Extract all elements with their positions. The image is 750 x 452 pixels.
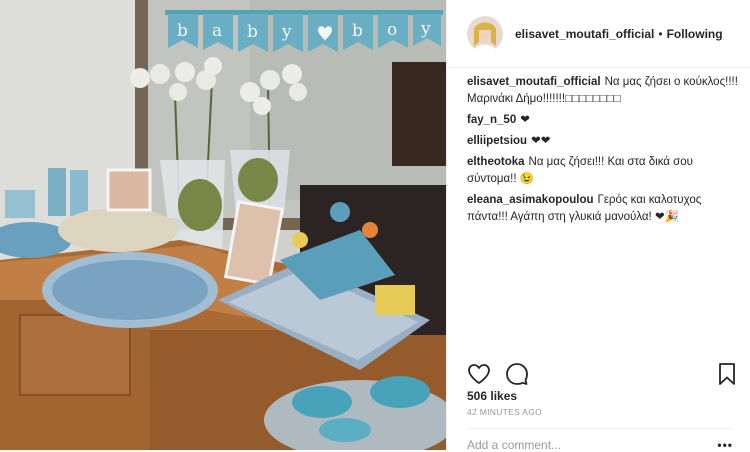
comment-item: eltheotoka Να μας ζήσει!!! Και στα δικά σ… [467,154,738,188]
comment-username[interactable]: elliipetsiou [467,135,527,147]
following-button[interactable]: Following [667,27,723,41]
post-username[interactable]: elisavet_moutafi_official [515,27,654,41]
post-timestamp: 42 MINUTES AGO [467,407,543,417]
post-header: elisavet_moutafi_official • Following [447,0,750,68]
comment-text: ❤ [520,114,530,126]
post-side-panel: elisavet_moutafi_official • Following elis… [446,0,750,452]
comment-item: elisavet_moutafi_official Να μας ζήσει ο … [467,74,738,108]
bookmark-icon[interactable] [715,362,739,386]
comments-list: elisavet_moutafi_official Να μας ζήσει ο … [447,68,750,342]
comment-text: ❤❤ [531,135,551,147]
comment-item: elliipetsiou ❤❤ [467,133,738,150]
likes-count[interactable]: 506 likes [467,389,517,403]
comment-username[interactable]: elisavet_moutafi_official [467,76,601,88]
avatar[interactable] [467,15,503,52]
header-separator: • [658,26,663,41]
comment-username[interactable]: fay_n_50 [467,114,516,126]
comment-username[interactable]: eleana_asimakopoulou [467,194,594,206]
comment-item: fay_n_50 ❤ [467,112,738,129]
post-photo[interactable]: b a b y b o y [0,0,446,450]
add-comment-input[interactable]: Add a comment... ••• [467,428,733,452]
post-actions [467,362,739,386]
comment-item: eleana_asimakopoulou Γερός και καλοτυχος … [467,192,738,226]
heart-icon[interactable] [467,362,491,386]
party-table-photo: b a b y b o y [0,0,446,450]
comment-icon[interactable] [505,362,529,386]
comment-username[interactable]: eltheotoka [467,156,525,168]
